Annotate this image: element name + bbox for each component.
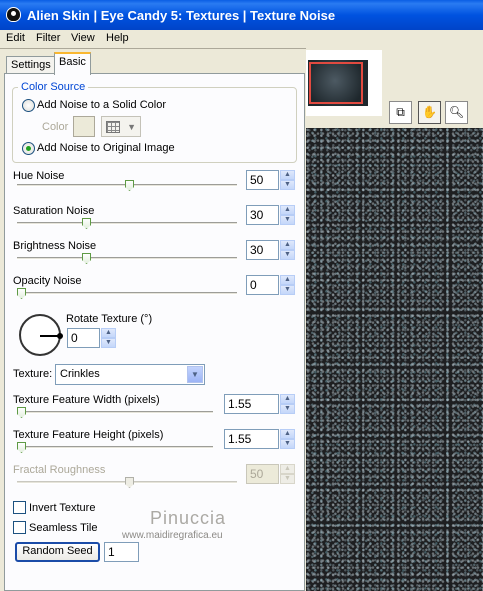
watermark-name: Pinuccia: [150, 508, 227, 528]
window-title: Alien Skin | Eye Candy 5: Textures | Tex…: [27, 8, 336, 23]
tab-settings[interactable]: Settings: [6, 56, 56, 74]
seamless-tile-checkbox[interactable]: [13, 521, 26, 534]
texture-preview-image[interactable]: [306, 128, 483, 591]
brightness-noise-track[interactable]: [17, 257, 237, 260]
invert-texture-label[interactable]: Invert Texture: [29, 502, 95, 514]
radio-solid-color-label[interactable]: Add Noise to a Solid Color: [37, 99, 166, 111]
texture-select-value: Crinkles: [60, 368, 100, 380]
zoom-icon[interactable]: 🔍︎: [445, 101, 468, 124]
dial-knob[interactable]: [57, 333, 63, 339]
feature-height-input[interactable]: 1.55: [224, 429, 279, 449]
preview-compare-icon[interactable]: ⧉: [389, 101, 412, 124]
brightness-noise-label: Brightness Noise: [13, 240, 97, 252]
radio-original-image-label[interactable]: Add Noise to Original Image: [37, 142, 175, 154]
menu-help[interactable]: Help: [106, 32, 129, 44]
feature-width-label: Texture Feature Width (pixels): [13, 394, 160, 406]
opacity-noise-input[interactable]: 0: [246, 275, 279, 295]
random-seed-input[interactable]: 1: [104, 542, 139, 562]
feature-height-spinner[interactable]: ▲ ▼: [280, 429, 295, 449]
navigator-view-rect[interactable]: [309, 62, 363, 104]
brightness-noise-input[interactable]: 30: [246, 240, 279, 260]
opacity-noise-spinner[interactable]: ▲ ▼: [280, 275, 295, 295]
spin-down-icon[interactable]: ▼: [280, 404, 295, 414]
spin-down-icon: ▼: [280, 474, 295, 484]
spin-up-icon[interactable]: ▲: [280, 170, 295, 180]
radio-original-image[interactable]: [22, 142, 35, 155]
spin-up-icon[interactable]: ▲: [101, 328, 116, 338]
fractal-roughness-input: 50: [246, 464, 279, 484]
feature-width-spinner[interactable]: ▲ ▼: [280, 394, 295, 414]
title-bar: Alien Skin | Eye Candy 5: Textures | Tex…: [0, 0, 483, 30]
random-seed-button[interactable]: Random Seed: [15, 542, 100, 562]
fractal-roughness-spinner: ▲ ▼: [280, 464, 295, 484]
menu-filter[interactable]: Filter: [36, 32, 60, 44]
saturation-noise-label: Saturation Noise: [13, 205, 95, 217]
feature-height-track[interactable]: [17, 446, 213, 449]
spin-up-icon[interactable]: ▲: [280, 429, 295, 439]
tab-basic[interactable]: Basic: [54, 52, 91, 75]
menu-view[interactable]: View: [71, 32, 95, 44]
radio-solid-color[interactable]: [22, 99, 35, 112]
spin-up-icon[interactable]: ▲: [280, 240, 295, 250]
opacity-noise-label: Opacity Noise: [13, 275, 82, 287]
saturation-noise-input[interactable]: 30: [246, 205, 279, 225]
rotate-texture-label: Rotate Texture (°): [66, 313, 153, 325]
saturation-noise-track[interactable]: [17, 222, 237, 225]
opacity-noise-track[interactable]: [17, 292, 237, 295]
spin-down-icon[interactable]: ▼: [280, 250, 295, 260]
saturation-noise-spinner[interactable]: ▲ ▼: [280, 205, 295, 225]
invert-texture-checkbox[interactable]: [13, 501, 26, 514]
spin-up-icon[interactable]: ▲: [280, 394, 295, 404]
feature-width-input[interactable]: 1.55: [224, 394, 279, 414]
texture-label: Texture:: [13, 368, 53, 380]
hand-icon[interactable]: ✋: [418, 101, 441, 124]
spin-down-icon[interactable]: ▼: [280, 215, 295, 225]
fractal-roughness-label: Fractal Roughness: [13, 464, 106, 476]
spin-down-icon[interactable]: ▼: [101, 338, 116, 348]
menu-divider: [0, 48, 306, 49]
spin-down-icon[interactable]: ▼: [280, 180, 295, 190]
rotate-texture-dial[interactable]: [19, 314, 63, 356]
color-label: Color: [42, 121, 69, 133]
alien-skin-app-icon: [6, 7, 21, 22]
feature-width-track[interactable]: [17, 411, 213, 414]
spin-up-icon: ▲: [280, 464, 295, 474]
seamless-tile-label[interactable]: Seamless Tile: [29, 522, 97, 534]
menu-edit[interactable]: Edit: [6, 32, 25, 44]
palette-grid-icon: [106, 121, 120, 133]
rotate-texture-input[interactable]: 0: [67, 328, 100, 348]
hue-noise-input[interactable]: 50: [246, 170, 279, 190]
spin-up-icon[interactable]: ▲: [280, 205, 295, 215]
radio-selected-dot: [26, 146, 31, 151]
spin-up-icon[interactable]: ▲: [280, 275, 295, 285]
spin-down-icon[interactable]: ▼: [280, 439, 295, 449]
brightness-noise-spinner[interactable]: ▲ ▼: [280, 240, 295, 260]
hue-noise-spinner[interactable]: ▲ ▼: [280, 170, 295, 190]
color-swatch[interactable]: [73, 116, 95, 137]
palette-button[interactable]: ▼: [101, 116, 141, 137]
feature-height-label: Texture Feature Height (pixels): [13, 429, 164, 441]
color-source-title: Color Source: [18, 81, 89, 93]
chevron-down-icon[interactable]: ▼: [187, 366, 203, 383]
menu-bar: Edit Filter View Help: [0, 30, 483, 48]
hue-noise-label: Hue Noise: [13, 170, 65, 182]
rotate-texture-spinner[interactable]: ▲ ▼: [101, 328, 116, 348]
texture-select[interactable]: Crinkles ▼: [55, 364, 205, 385]
spin-down-icon[interactable]: ▼: [280, 285, 295, 295]
watermark-url: www.maidiregrafica.eu: [122, 530, 223, 541]
chevron-down-icon: ▼: [127, 122, 136, 132]
